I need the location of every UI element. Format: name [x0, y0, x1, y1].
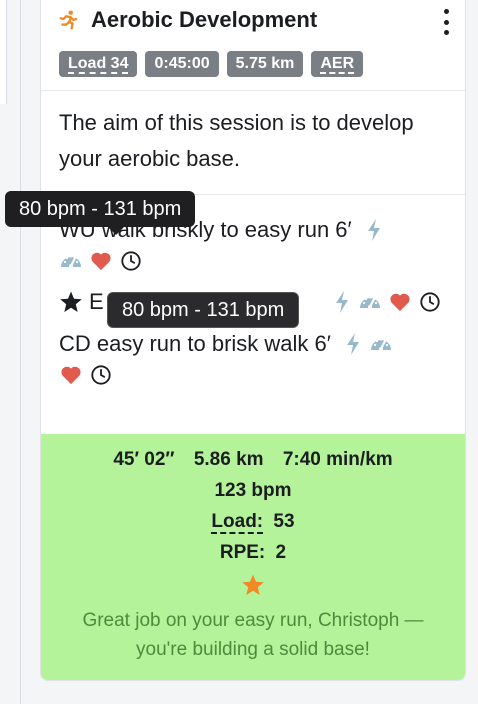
- load-badge-label: Load 34: [68, 55, 129, 74]
- session-description: The aim of this session is to develop yo…: [41, 91, 465, 195]
- type-badge-label: AER: [320, 55, 355, 74]
- title-row: Aerobic Development: [57, 7, 449, 33]
- step-cooldown: CD easy run to brisk walk 6′: [59, 329, 447, 387]
- heart-rate-tooltip: 80 bpm - 131 bpm: [5, 191, 196, 235]
- heart-icon[interactable]: [89, 249, 113, 273]
- summary-rpe-row: RPE: 2: [41, 537, 465, 568]
- star-icon: [59, 290, 83, 314]
- speedometer-icon[interactable]: [59, 249, 83, 273]
- step-main-text: E: [89, 289, 104, 314]
- kebab-menu-icon[interactable]: [439, 9, 453, 35]
- summary-rpe-label: RPE:: [219, 542, 266, 563]
- summary-time: 45′ 02″: [113, 449, 175, 470]
- rating-star-row: [41, 570, 465, 600]
- heart-icon[interactable]: [388, 290, 412, 314]
- session-title: Aerobic Development: [91, 7, 318, 32]
- summary-pace: 7:40 min/km: [282, 449, 393, 470]
- summary-heart-rate: 123 bpm: [214, 480, 292, 501]
- summary-message: Great job on your easy run, Christoph —y…: [82, 610, 424, 660]
- heart-icon[interactable]: [59, 363, 83, 387]
- summary-load-row: Load: 53: [41, 506, 465, 537]
- speedometer-icon[interactable]: [358, 290, 382, 314]
- summary-distance: 5.86 km: [193, 449, 264, 470]
- summary-load-value: 53: [273, 511, 295, 532]
- summary-rpe-value: 2: [275, 542, 287, 563]
- clock-icon[interactable]: [418, 290, 442, 314]
- summary-load-label[interactable]: Load:: [211, 511, 264, 534]
- badge-row: Load 34 0:45:00 5.75 km AER: [59, 51, 449, 77]
- summary-metrics-row: 45′ 02″ 5.86 km 7:40 min/km: [41, 444, 465, 475]
- session-card: Aerobic Development Load 34 0:45:00 5.75…: [40, 0, 466, 681]
- card-header: Aerobic Development Load 34 0:45:00 5.75…: [41, 0, 465, 91]
- session-summary: 45′ 02″ 5.86 km 7:40 min/km 123 bpm Load…: [41, 434, 465, 680]
- load-badge[interactable]: Load 34: [59, 51, 138, 77]
- clock-icon[interactable]: [89, 363, 113, 387]
- left-panel-edge: [0, 0, 7, 104]
- type-badge[interactable]: AER: [311, 51, 364, 77]
- bolt-icon[interactable]: [362, 218, 386, 242]
- heart-rate-tooltip-secondary: 80 bpm - 131 bpm: [107, 292, 300, 328]
- distance-badge: 5.75 km: [226, 51, 304, 77]
- star-icon[interactable]: [241, 573, 265, 597]
- step-cooldown-text: CD easy run to brisk walk 6′: [59, 331, 331, 356]
- runner-icon: [57, 9, 79, 31]
- bolt-icon[interactable]: [341, 332, 365, 356]
- left-guide-line: [20, 0, 21, 704]
- bolt-icon[interactable]: [330, 290, 354, 314]
- speedometer-icon[interactable]: [369, 332, 393, 356]
- clock-icon[interactable]: [119, 249, 143, 273]
- duration-badge: 0:45:00: [145, 51, 219, 77]
